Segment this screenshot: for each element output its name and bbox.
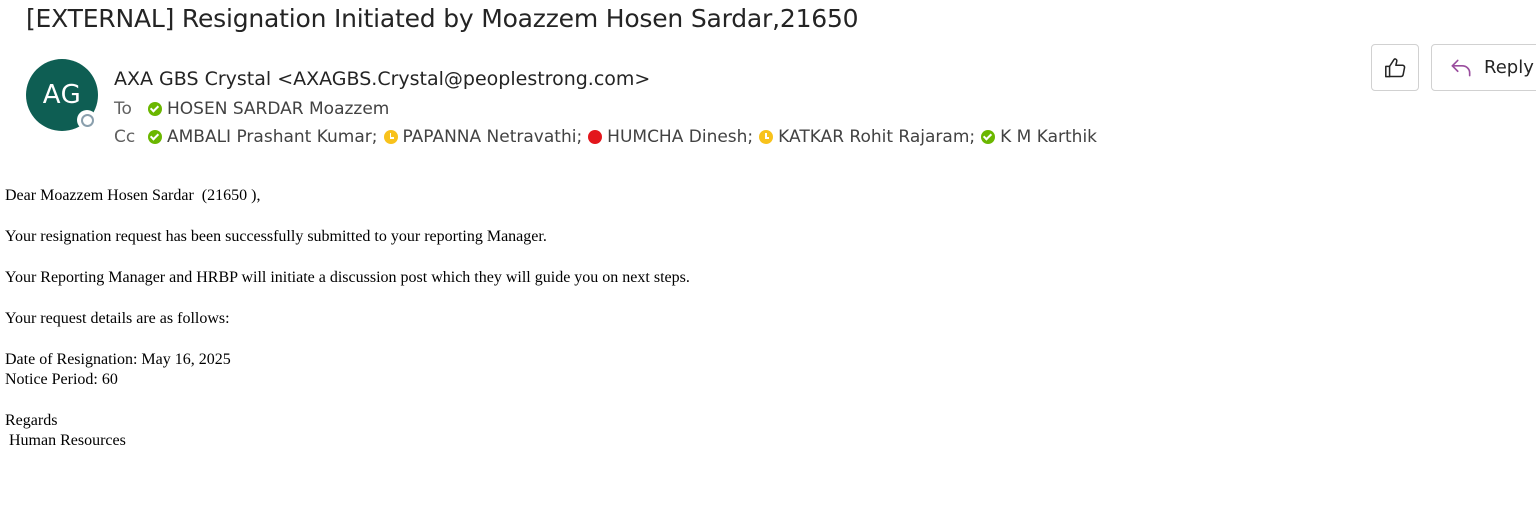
body-paragraph: Your Reporting Manager and HRBP will ini…: [5, 269, 690, 286]
recipient-cc[interactable]: K M Karthik: [981, 127, 1097, 147]
available-status-icon: [148, 130, 162, 144]
body-paragraph: Your request details are as follows:: [5, 310, 230, 327]
sender-name[interactable]: AXA GBS Crystal <AXAGBS.Crystal@peoplest…: [114, 68, 650, 90]
to-line: To HOSEN SARDAR Moazzem: [114, 99, 389, 119]
recipient-cc[interactable]: KATKAR Rohit Rajaram;: [759, 127, 975, 147]
email-body: Dear Moazzem Hosen Sardar (21650 ), Your…: [5, 186, 690, 451]
cc-line: Cc AMBALI Prashant Kumar; PAPANNA Netrav…: [114, 127, 1097, 147]
recipient-to[interactable]: HOSEN SARDAR Moazzem: [148, 99, 389, 119]
away-status-icon: [759, 130, 774, 144]
recipient-name: HUMCHA Dinesh;: [607, 127, 754, 147]
available-status-icon: [981, 130, 996, 144]
available-status-icon: [148, 102, 162, 116]
recipient-name: AMBALI Prashant Kumar;: [167, 127, 378, 147]
to-label: To: [114, 99, 132, 119]
recipient-name: KATKAR Rohit Rajaram;: [778, 127, 976, 147]
recipient-name: HOSEN SARDAR Moazzem: [167, 99, 390, 119]
recipient-cc[interactable]: HUMCHA Dinesh;: [588, 127, 753, 147]
regards-text: Regards: [5, 412, 58, 429]
greeting-text: Dear Moazzem Hosen Sardar (21650 ),: [5, 187, 261, 204]
presence-unknown-icon: [77, 110, 97, 130]
cc-label: Cc: [114, 127, 136, 147]
away-status-icon: [383, 130, 398, 144]
email-subject: [EXTERNAL] Resignation Initiated by Moaz…: [26, 4, 859, 33]
reply-label: Reply: [1484, 57, 1534, 78]
reply-button[interactable]: Reply: [1431, 44, 1536, 91]
thumbs-up-icon: [1385, 57, 1406, 77]
reply-arrow-icon: [1451, 59, 1471, 76]
recipient-name: PAPANNA Netravathi;: [402, 127, 583, 147]
signature-text: Human Resources: [5, 432, 126, 449]
notice-period: Notice Period: 60: [5, 371, 118, 388]
recipient-name: K M Karthik: [1000, 127, 1098, 147]
avatar-initials: AG: [42, 80, 82, 110]
busy-status-icon: [588, 130, 603, 144]
recipient-cc[interactable]: PAPANNA Netravathi;: [383, 127, 583, 147]
body-paragraph: Your resignation request has been succes…: [5, 228, 547, 245]
resignation-date: Date of Resignation: May 16, 2025: [5, 351, 231, 368]
recipient-cc[interactable]: AMBALI Prashant Kumar;: [148, 127, 378, 147]
like-button[interactable]: [1371, 44, 1419, 91]
